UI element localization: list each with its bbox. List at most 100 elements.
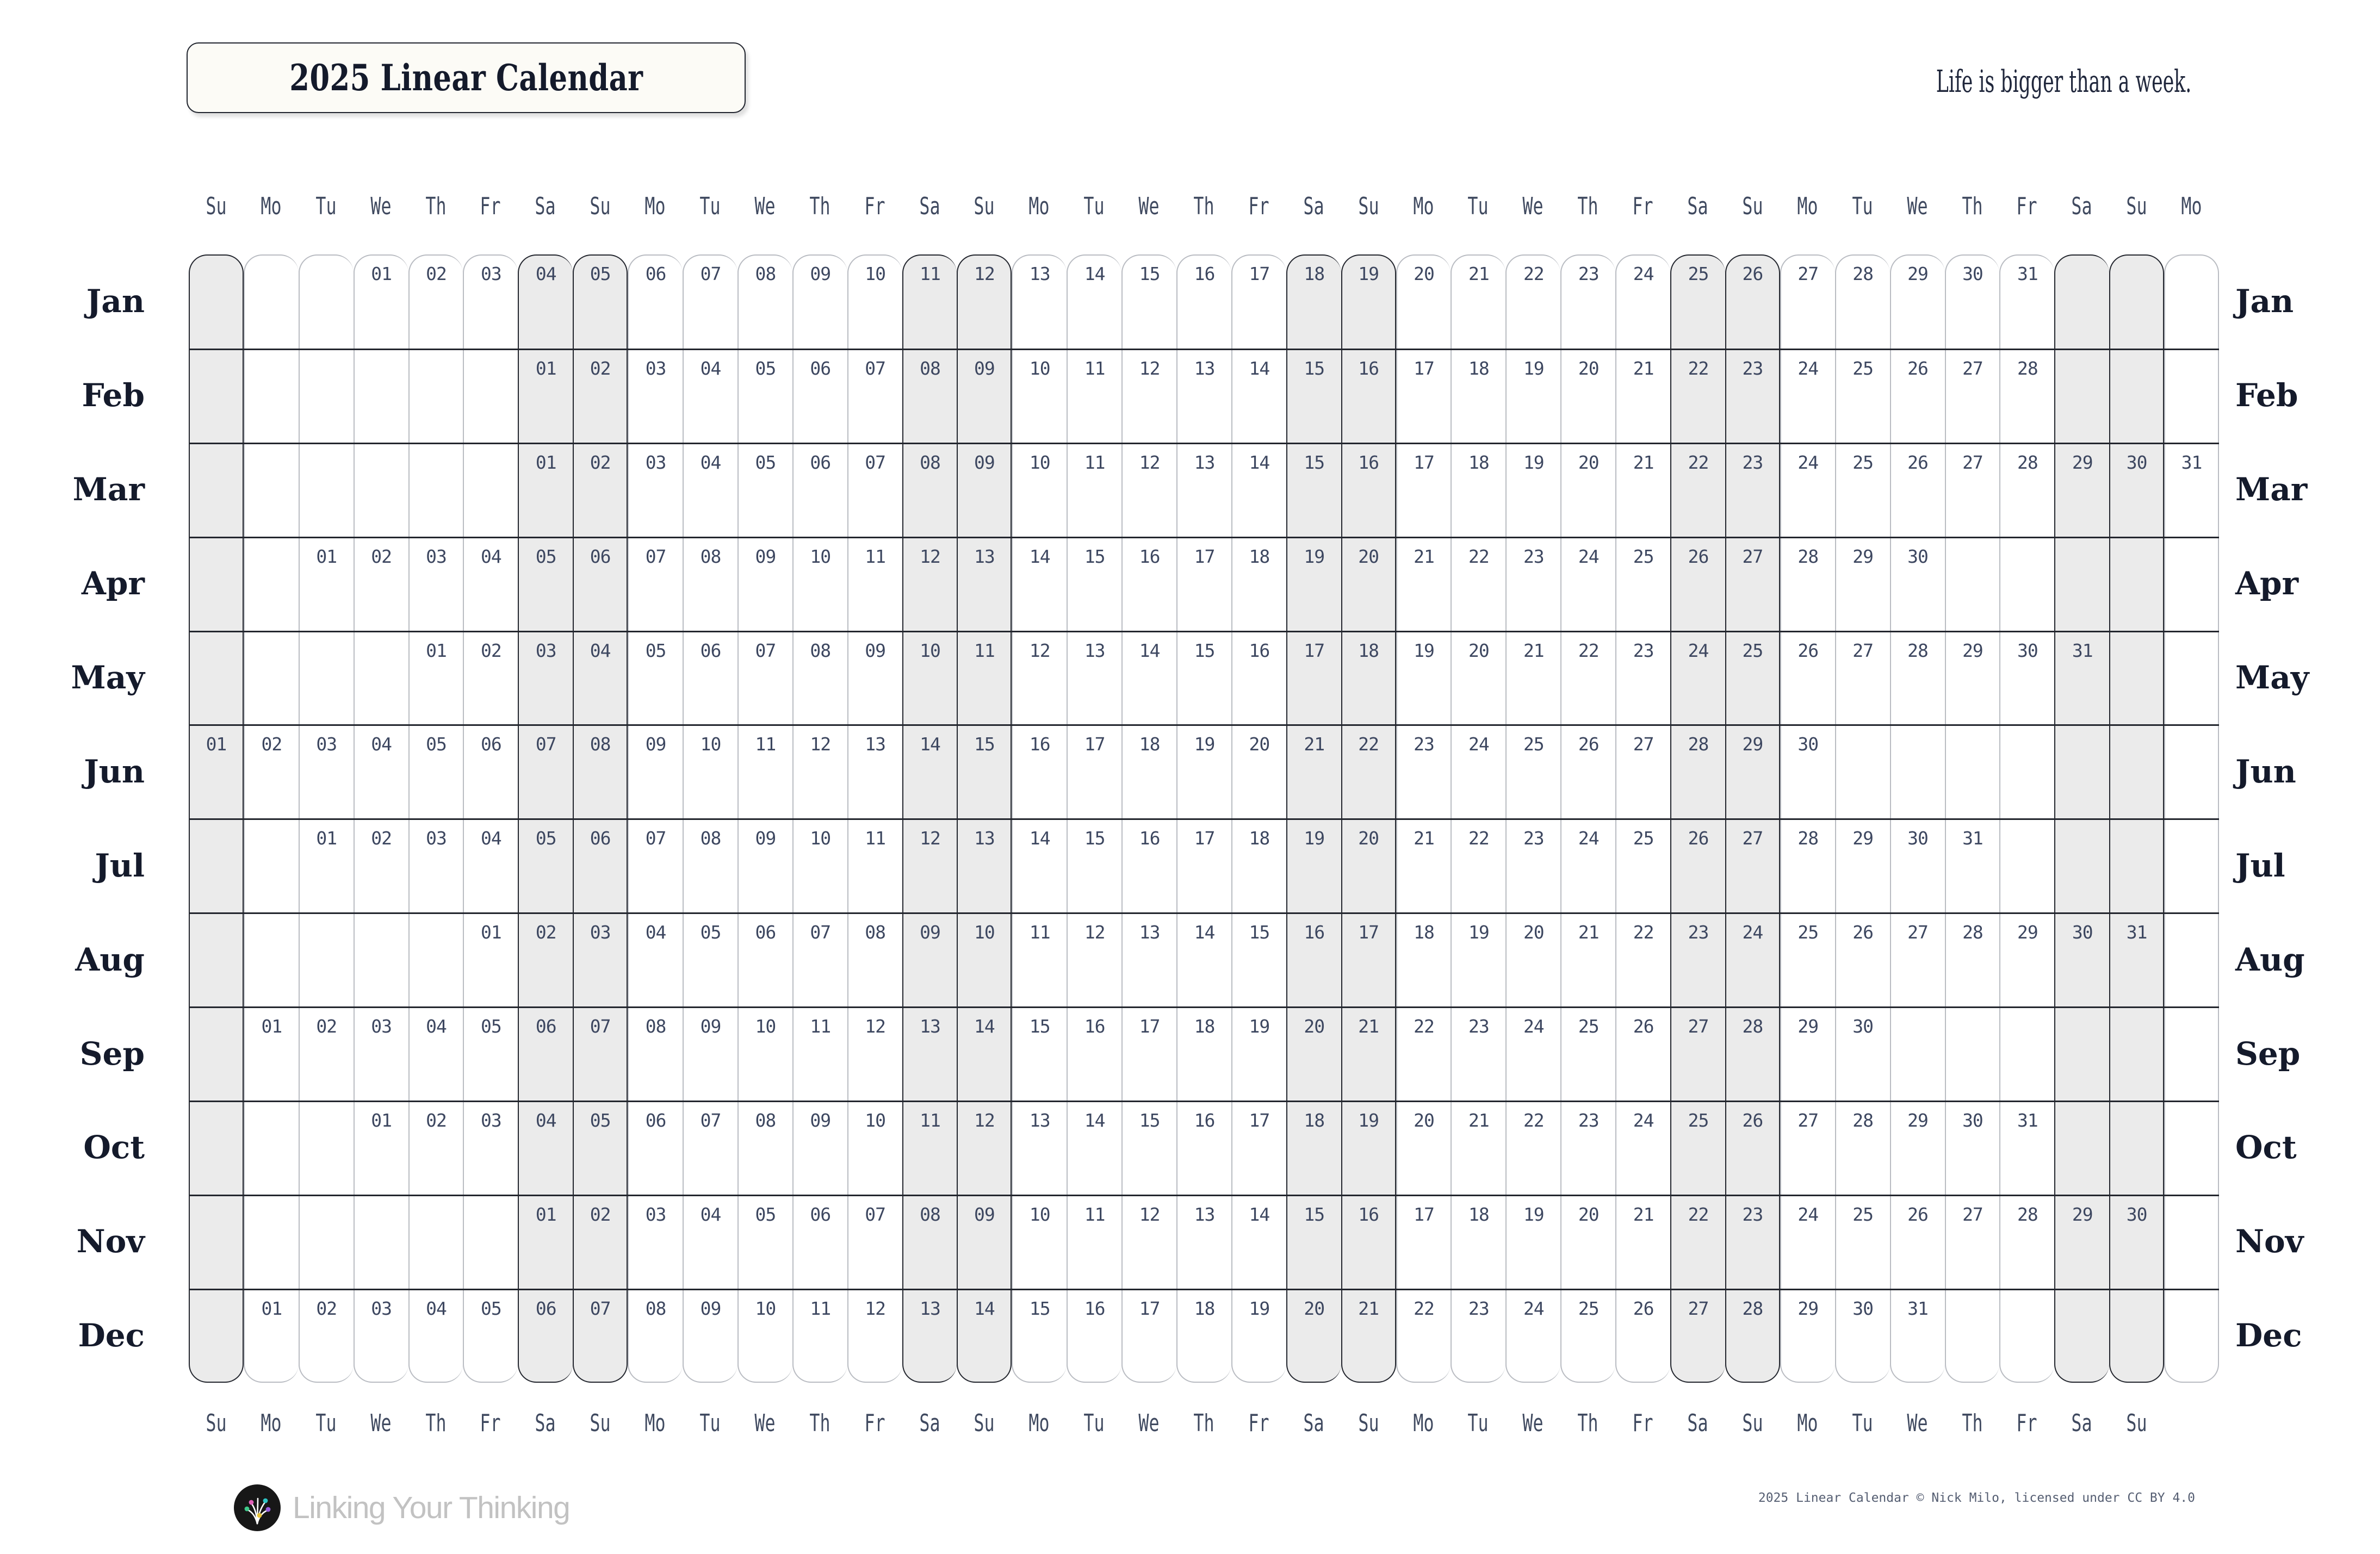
day-cell[interactable]: 04 [463, 820, 518, 913]
day-cell[interactable]: 20 [1286, 1290, 1341, 1383]
day-cell[interactable]: 05 [737, 350, 792, 443]
day-cell[interactable]: 06 [628, 1102, 683, 1195]
day-cell[interactable]: 06 [573, 538, 628, 631]
day-cell[interactable]: 27 [1944, 350, 2000, 443]
day-cell[interactable]: 14 [1176, 914, 1231, 1007]
day-cell[interactable]: 05 [683, 914, 737, 1007]
day-cell[interactable]: 03 [518, 632, 573, 725]
day-cell[interactable]: 13 [1176, 350, 1231, 443]
day-cell[interactable]: 08 [683, 538, 737, 631]
day-cell[interactable]: 14 [957, 1008, 1012, 1101]
day-cell[interactable]: 13 [957, 538, 1012, 631]
day-cell[interactable]: 26 [1560, 726, 1616, 819]
day-cell[interactable]: 03 [463, 254, 518, 349]
day-cell[interactable]: 05 [463, 1008, 518, 1101]
day-cell[interactable]: 22 [1451, 538, 1506, 631]
day-cell[interactable]: 14 [1012, 820, 1067, 913]
day-cell[interactable]: 05 [573, 254, 628, 349]
day-cell[interactable]: 05 [518, 538, 573, 631]
day-cell[interactable]: 03 [573, 914, 628, 1007]
day-cell[interactable]: 06 [792, 444, 847, 537]
day-cell[interactable]: 02 [573, 444, 628, 537]
day-cell[interactable]: 31 [1944, 820, 2000, 913]
day-cell[interactable]: 13 [1012, 1102, 1067, 1195]
day-cell[interactable]: 18 [1396, 914, 1451, 1007]
day-cell[interactable]: 14 [1067, 254, 1122, 349]
day-cell[interactable]: 01 [243, 1008, 299, 1101]
day-cell[interactable]: 17 [1176, 820, 1231, 913]
day-cell[interactable]: 07 [573, 1290, 628, 1383]
day-cell[interactable]: 02 [298, 1290, 354, 1383]
day-cell[interactable]: 17 [1231, 1102, 1286, 1195]
day-cell[interactable]: 19 [1176, 726, 1231, 819]
day-cell[interactable]: 08 [847, 914, 902, 1007]
day-cell[interactable]: 11 [957, 632, 1012, 725]
day-cell[interactable]: 15 [1121, 1102, 1177, 1195]
day-cell[interactable]: 28 [1834, 254, 1890, 349]
day-cell[interactable]: 12 [792, 726, 847, 819]
day-cell[interactable]: 23 [1725, 444, 1780, 537]
day-cell[interactable]: 07 [573, 1008, 628, 1101]
day-cell[interactable]: 19 [1286, 538, 1341, 631]
day-cell[interactable]: 15 [1176, 632, 1231, 725]
day-cell[interactable]: 09 [792, 1102, 847, 1195]
day-cell[interactable]: 12 [902, 538, 957, 631]
day-cell[interactable]: 08 [902, 350, 957, 443]
day-cell[interactable]: 08 [792, 632, 847, 725]
day-cell[interactable]: 09 [902, 914, 957, 1007]
day-cell[interactable]: 16 [1231, 632, 1286, 725]
day-cell[interactable]: 04 [353, 726, 408, 819]
day-cell[interactable]: 10 [792, 820, 847, 913]
day-cell[interactable]: 21 [1286, 726, 1341, 819]
day-cell[interactable]: 07 [792, 914, 847, 1007]
day-cell[interactable]: 20 [1396, 1102, 1451, 1195]
day-cell[interactable]: 26 [1889, 350, 1945, 443]
day-cell[interactable]: 30 [1834, 1290, 1890, 1383]
day-cell[interactable]: 10 [1012, 1196, 1067, 1289]
day-cell[interactable]: 06 [463, 726, 518, 819]
day-cell[interactable]: 20 [1286, 1008, 1341, 1101]
day-cell[interactable]: 05 [573, 1102, 628, 1195]
day-cell[interactable]: 03 [628, 1196, 683, 1289]
day-cell[interactable]: 04 [463, 538, 518, 631]
day-cell[interactable]: 09 [957, 444, 1012, 537]
day-cell[interactable]: 24 [1615, 1102, 1671, 1195]
day-cell[interactable]: 16 [1012, 726, 1067, 819]
day-cell[interactable]: 25 [1560, 1290, 1616, 1383]
day-cell[interactable]: 14 [1231, 350, 1286, 443]
day-cell[interactable]: 17 [1176, 538, 1231, 631]
day-cell[interactable]: 03 [353, 1290, 408, 1383]
day-cell[interactable]: 10 [957, 914, 1012, 1007]
day-cell[interactable]: 07 [737, 632, 792, 725]
day-cell[interactable]: 23 [1560, 254, 1616, 349]
day-cell[interactable]: 21 [1615, 350, 1671, 443]
day-cell[interactable]: 08 [628, 1008, 683, 1101]
day-cell[interactable]: 22 [1670, 350, 1725, 443]
day-cell[interactable]: 23 [1451, 1290, 1506, 1383]
day-cell[interactable]: 03 [628, 444, 683, 537]
day-cell[interactable]: 09 [792, 254, 847, 349]
day-cell[interactable]: 06 [628, 254, 683, 349]
day-cell[interactable]: 16 [1341, 350, 1396, 443]
day-cell[interactable]: 18 [1231, 538, 1286, 631]
day-cell[interactable]: 29 [2054, 1196, 2110, 1289]
day-cell[interactable]: 04 [408, 1008, 463, 1101]
day-cell[interactable]: 21 [1396, 820, 1451, 913]
day-cell[interactable]: 18 [1176, 1008, 1231, 1101]
day-cell[interactable]: 20 [1341, 820, 1396, 913]
day-cell[interactable]: 02 [408, 254, 463, 349]
day-cell[interactable]: 05 [463, 1290, 518, 1383]
day-cell[interactable]: 02 [408, 1102, 463, 1195]
day-cell[interactable]: 17 [1121, 1290, 1177, 1383]
day-cell[interactable]: 10 [737, 1290, 792, 1383]
day-cell[interactable]: 28 [1780, 820, 1835, 913]
day-cell[interactable]: 02 [463, 632, 518, 725]
day-cell[interactable]: 25 [1615, 820, 1671, 913]
day-cell[interactable]: 18 [1451, 444, 1506, 537]
day-cell[interactable]: 21 [1341, 1008, 1396, 1101]
day-cell[interactable]: 27 [1944, 1196, 2000, 1289]
day-cell[interactable]: 23 [1670, 914, 1725, 1007]
day-cell[interactable]: 19 [1396, 632, 1451, 725]
day-cell[interactable]: 09 [957, 1196, 1012, 1289]
day-cell[interactable]: 14 [1067, 1102, 1122, 1195]
